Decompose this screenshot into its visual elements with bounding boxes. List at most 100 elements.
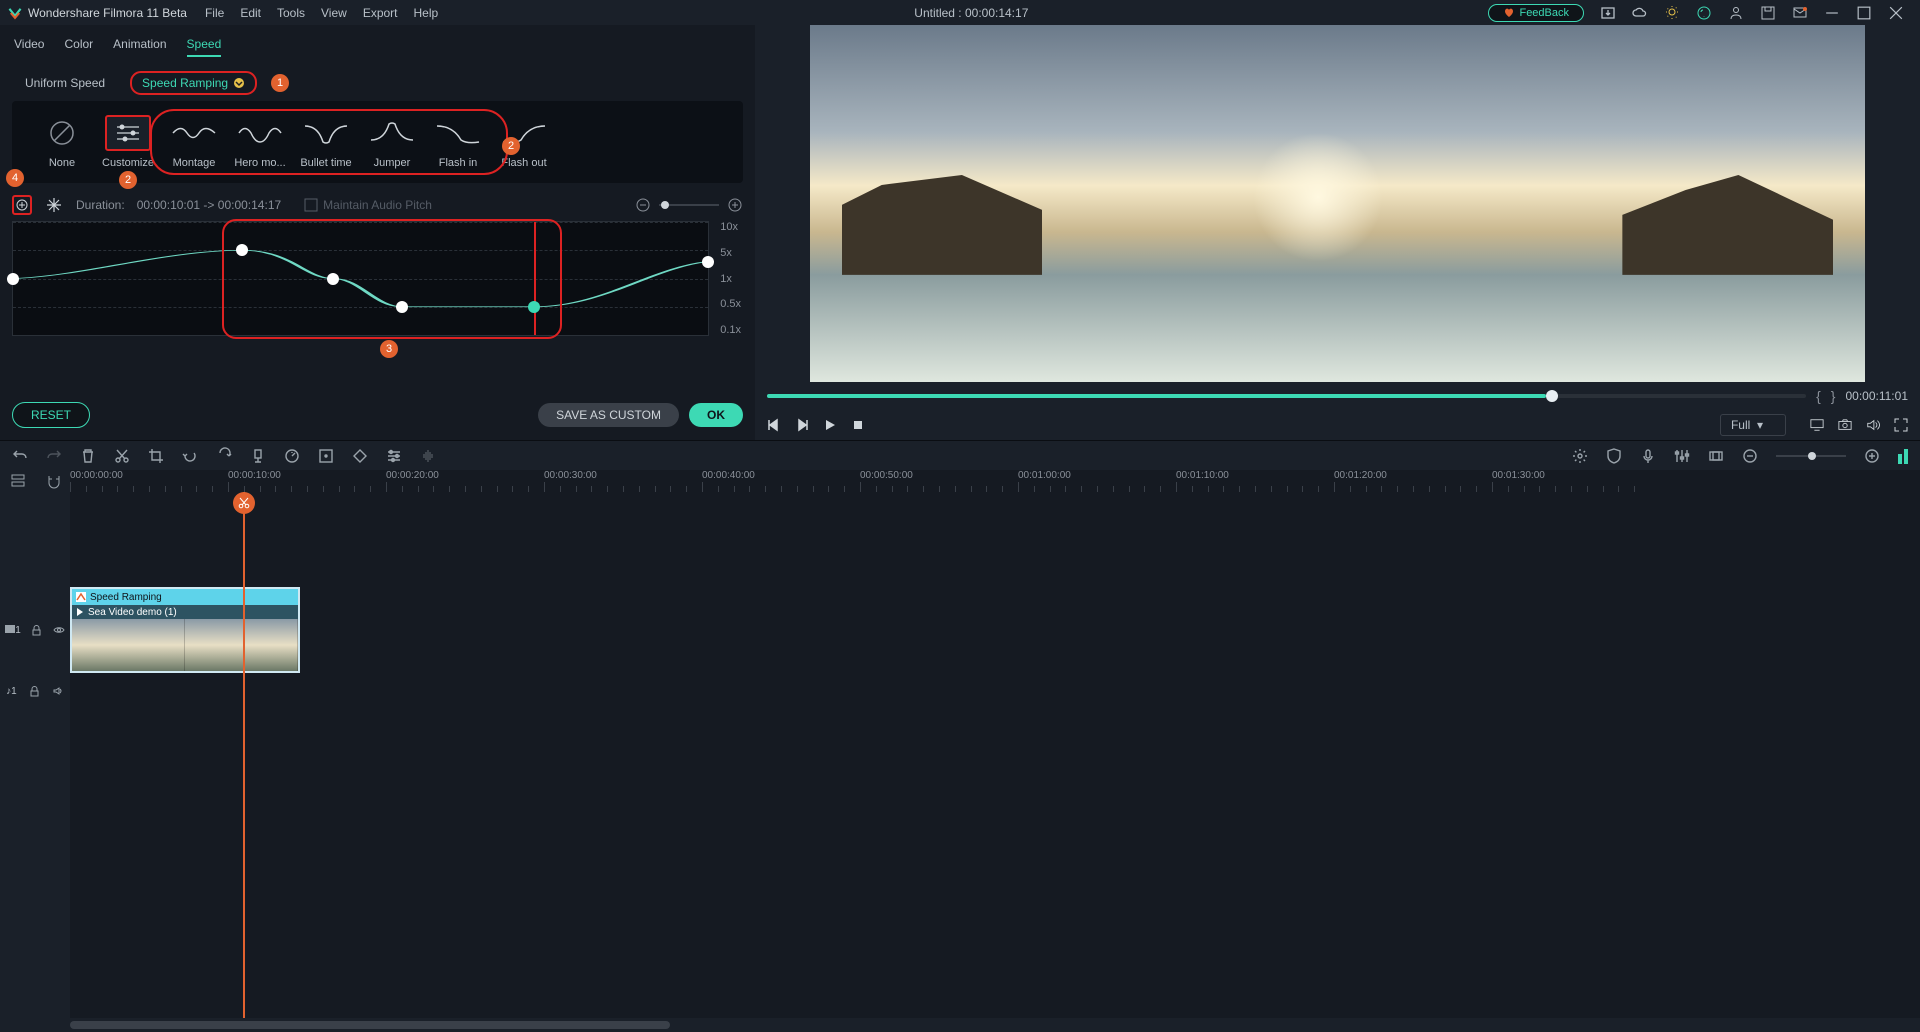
support-icon[interactable] [1696,5,1712,21]
playhead-scissor-icon[interactable] [233,492,255,514]
preset-hero[interactable]: Hero mo... [230,115,290,169]
window-maximize[interactable] [1857,6,1871,20]
tab-speed[interactable]: Speed [187,33,222,57]
mark-in-icon[interactable]: { [1816,388,1821,404]
window-minimize[interactable] [1825,6,1839,20]
audio-wave-icon[interactable] [420,448,436,464]
crop-icon[interactable] [148,448,164,464]
timeline-hscroll[interactable] [0,1018,1920,1032]
stop-button[interactable] [851,418,865,432]
magnet-icon[interactable] [46,474,60,488]
timeline-playhead[interactable] [243,492,245,1018]
zoom-out-tl-icon[interactable] [1742,448,1758,464]
maintain-pitch-checkbox[interactable]: Maintain Audio Pitch [305,198,432,212]
rotate-ccw-icon[interactable] [182,448,198,464]
menu-help[interactable]: Help [414,6,439,20]
focus-icon[interactable] [318,448,334,464]
zoom-in-tl-icon[interactable] [1864,448,1880,464]
duration-value: 00:00:10:01 -> 00:00:14:17 [137,198,281,212]
curve-playhead[interactable] [534,222,536,335]
ok-button[interactable]: OK [689,403,743,427]
preview-quality-select[interactable]: Full ▾ [1720,414,1786,436]
tab-color[interactable]: Color [64,33,93,57]
prev-frame-button[interactable] [767,418,781,432]
menu-file[interactable]: File [205,6,224,20]
lock-icon[interactable] [31,625,42,636]
next-frame-button[interactable] [795,418,809,432]
feedback-button[interactable]: FeedBack [1488,4,1584,22]
menu-view[interactable]: View [321,6,347,20]
speed-curve-canvas[interactable] [12,221,709,336]
mic-icon[interactable] [1640,448,1656,464]
eye-icon[interactable] [53,625,65,635]
speed-point-3[interactable] [396,301,408,313]
window-close[interactable] [1889,6,1903,20]
account-icon[interactable] [1728,5,1744,21]
subtab-uniform[interactable]: Uniform Speed [14,72,116,94]
tracks-icon[interactable] [11,474,25,488]
tab-video[interactable]: Video [14,33,44,57]
fullscreen-icon[interactable] [1894,418,1908,432]
mixer-icon[interactable] [1674,448,1690,464]
cut-icon[interactable] [114,448,130,464]
tracks-area: 1 ♪1 Speed Ramping [0,492,1920,1018]
preset-bullet[interactable]: Bullet time [296,115,356,169]
gear-icon[interactable] [1572,448,1588,464]
mute-icon[interactable] [52,686,64,696]
video-clip[interactable]: Speed Ramping Sea Video demo (1) [70,587,300,673]
ruler-head [0,470,70,492]
preset-customize[interactable]: Customize 2 [98,115,158,169]
timeline-ruler[interactable]: 00:00:00:0000:00:10:0000:00:20:0000:00:3… [70,470,1920,492]
ruler-label: 00:01:10:00 [1176,470,1229,481]
ruler-label: 00:00:30:00 [544,470,597,481]
save-icon[interactable] [1760,5,1776,21]
menu-export[interactable]: Export [363,6,398,20]
lock-icon[interactable] [29,686,40,697]
play-button[interactable] [823,418,837,432]
tab-animation[interactable]: Animation [113,33,166,57]
redo-icon[interactable] [46,448,62,464]
delete-icon[interactable] [80,448,96,464]
adjust-icon[interactable] [386,448,402,464]
menu-edit[interactable]: Edit [240,6,261,20]
idea-icon[interactable] [1664,5,1680,21]
speed-point-2[interactable] [327,273,339,285]
zoom-out-icon[interactable] [635,197,651,213]
timeline-zoom-slider[interactable] [1776,455,1846,457]
message-icon[interactable] [1792,5,1808,21]
speed-icon[interactable] [284,448,300,464]
add-keyframe-button[interactable] [12,195,32,215]
reset-button[interactable]: RESET [12,402,90,428]
tracks-body[interactable]: Speed Ramping Sea Video demo (1) [70,492,1920,1018]
preset-jumper[interactable]: Jumper [362,115,422,169]
export-icon[interactable] [1600,5,1616,21]
preset-montage[interactable]: Montage [164,115,224,169]
snowflake-icon [46,197,62,213]
speed-point-0[interactable] [7,273,19,285]
undo-icon[interactable] [12,448,28,464]
app-title: Wondershare Filmora 11 Beta [28,6,187,20]
preview-scrubber[interactable] [767,394,1806,398]
annotation-badge-4: 4 [6,169,24,187]
rotate-cw-icon[interactable] [216,448,232,464]
speed-point-4[interactable] [528,301,540,313]
freeze-button[interactable] [44,195,64,215]
display-icon[interactable] [1810,418,1824,432]
preview-viewport[interactable] [810,25,1865,382]
mark-out-icon[interactable]: } [1831,388,1836,404]
cloud-icon[interactable] [1632,5,1648,21]
speed-point-1[interactable] [236,244,248,256]
curve-zoom-slider[interactable] [659,204,719,206]
snapshot-icon[interactable] [1838,418,1852,432]
volume-icon[interactable] [1866,418,1880,432]
shield-icon[interactable] [1606,448,1622,464]
keyframe-icon[interactable] [352,448,368,464]
frame-icon[interactable] [1708,448,1724,464]
preset-flashin[interactable]: Flash in [428,115,488,169]
marker-down-icon[interactable] [250,448,266,464]
subtab-ramping[interactable]: Speed Ramping [130,71,257,95]
preset-none[interactable]: None [32,115,92,169]
save-custom-button[interactable]: SAVE AS CUSTOM [538,403,679,427]
menu-tools[interactable]: Tools [277,6,305,20]
zoom-in-icon[interactable] [727,197,743,213]
